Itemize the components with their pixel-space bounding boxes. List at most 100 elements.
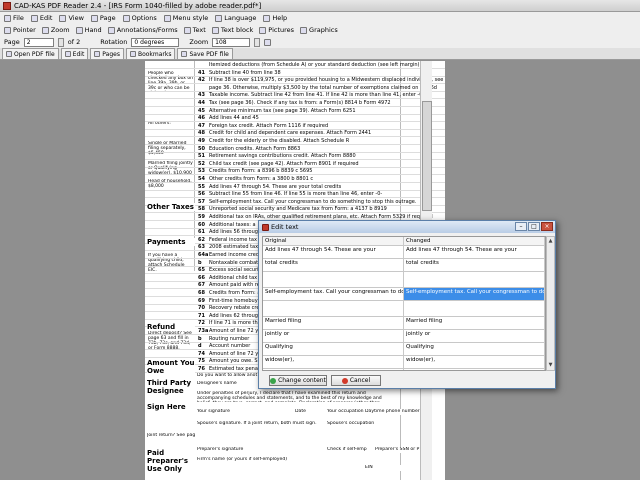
grid-row[interactable]: Add lines 47 through 54. These are your A… xyxy=(263,246,545,259)
tool-hand[interactable]: Hand xyxy=(75,26,102,34)
tab-save-pdf-file[interactable]: Save PDF file xyxy=(177,48,233,59)
tab-icon xyxy=(129,51,136,57)
tab-edit[interactable]: Edit xyxy=(60,48,89,59)
grid-row[interactable] xyxy=(263,272,545,288)
zoom-fit-icon[interactable] xyxy=(264,38,272,46)
tool-annotations-forms[interactable]: Annotations/Forms xyxy=(107,26,178,34)
menu-item-label: Page xyxy=(99,14,116,22)
changed-cell[interactable]: $10,900 xyxy=(404,369,545,370)
form-line: 48 Credit for child and dependent care ex… xyxy=(145,130,445,138)
menu-item-page[interactable]: Page xyxy=(90,14,116,22)
edit-text-dialog: Edit text – □ × Original Changed Add lin… xyxy=(258,220,556,389)
grid-header-row: Original Changed xyxy=(263,237,545,246)
line-number: b xyxy=(198,259,202,266)
line-number: 67 xyxy=(198,282,205,289)
grid-row[interactable]: widow(er), widow(er), xyxy=(263,356,545,369)
form-line: 43 Taxable income. Subtract line 42 from … xyxy=(145,92,445,100)
scroll-down-icon[interactable]: ▼ xyxy=(547,362,554,369)
tab-icon xyxy=(181,51,188,57)
line-number: 64a xyxy=(198,252,209,258)
page-input[interactable]: 2 xyxy=(23,37,54,47)
page-icon xyxy=(90,14,98,22)
tool-text-block[interactable]: Text block xyxy=(211,26,253,34)
menu-style-icon xyxy=(163,14,171,22)
zoom-input[interactable]: 108 xyxy=(212,37,251,47)
tool-pointer[interactable]: Pointer xyxy=(4,26,36,34)
grid-row[interactable]: Qualifying Qualifying xyxy=(263,343,545,356)
menu-item-view[interactable]: View xyxy=(59,14,84,22)
changed-cell[interactable]: total credits xyxy=(404,259,545,271)
zoom-spinner[interactable] xyxy=(254,37,261,47)
maximize-icon[interactable]: □ xyxy=(528,222,540,231)
menu-item-menu-style[interactable]: Menu style xyxy=(163,14,208,22)
menu-item-label: Edit xyxy=(39,14,53,22)
section-heading: Third Party Designee xyxy=(147,379,195,395)
zoom-label: Zoom xyxy=(189,38,209,46)
close-icon[interactable]: × xyxy=(541,222,553,231)
form-line: 42 If line 38 is over $119,975, or you pr… xyxy=(145,77,445,85)
tab-label: Edit xyxy=(72,50,85,58)
grid-row[interactable]: jointly or jointly or xyxy=(263,330,545,343)
annotation-icon xyxy=(107,26,115,34)
cancel-button[interactable]: Cancel xyxy=(331,375,381,386)
menu-item-file[interactable]: File xyxy=(4,14,24,22)
tab-bookmarks[interactable]: Bookmarks xyxy=(125,48,176,59)
line-number: 47 xyxy=(198,122,205,129)
menu-item-options[interactable]: Options xyxy=(122,14,157,22)
scroll-up-icon[interactable]: ▲ xyxy=(547,238,554,245)
tool-pictures[interactable]: Pictures xyxy=(259,26,294,34)
grid-row[interactable]: total credits total credits xyxy=(263,259,545,272)
line-number: 43 xyxy=(198,92,205,99)
grid-row[interactable]: Married filing Married filing xyxy=(263,317,545,330)
form-line: 51 Retirement savings contributions credi… xyxy=(145,153,445,161)
changed-cell[interactable] xyxy=(404,272,545,287)
page-spinner[interactable] xyxy=(57,37,64,47)
title-bar: CAD-KAS PDF Reader 2.4 - [IRS Form 1040-… xyxy=(0,0,640,12)
tab-pages[interactable]: Pages xyxy=(90,48,124,59)
form-line: 49 Credit for the elderly or the disabled… xyxy=(145,138,445,145)
tool-label: Annotations/Forms xyxy=(116,26,178,34)
grid-row[interactable]: Self-employment tax. Call your congressm… xyxy=(263,288,545,301)
grid-row[interactable]: $10,900$10,900 xyxy=(263,369,545,370)
form-text: Preparer's signature xyxy=(197,447,287,453)
edit-text-grid[interactable]: Original Changed Add lines 47 through 54… xyxy=(262,236,546,371)
line-number: 63 xyxy=(198,244,205,251)
tools-toolbar: Pointer Zoom Hand Annotations/Forms Text Text… xyxy=(0,24,640,36)
line-text: Credit for child and dependent care expe… xyxy=(209,130,372,137)
line-text: Routing number xyxy=(209,335,250,342)
tab-open-pdf-file[interactable]: Open PDF file xyxy=(2,48,59,59)
changed-cell[interactable] xyxy=(404,301,545,316)
line-number: d xyxy=(198,343,202,350)
line-number: 56 xyxy=(198,191,205,198)
line-number: b xyxy=(198,335,202,342)
grid-row[interactable] xyxy=(263,301,545,317)
rotation-select[interactable]: 0 degrees xyxy=(131,37,180,47)
changed-cell[interactable]: Self-employment tax. Call your congressm… xyxy=(404,288,545,300)
rotation-label: Rotation xyxy=(100,38,128,46)
changed-cell[interactable]: Married filing xyxy=(404,317,545,329)
scrollbar-thumb[interactable] xyxy=(422,101,432,211)
tool-text[interactable]: Text xyxy=(183,26,206,34)
changed-cell[interactable]: Qualifying xyxy=(404,343,545,355)
tool-graphics[interactable]: Graphics xyxy=(300,26,338,34)
original-cell: Married filing xyxy=(263,317,404,329)
tool-zoom[interactable]: Zoom xyxy=(41,26,70,34)
section-heading: Amount You Owe xyxy=(147,359,195,375)
menu-item-language[interactable]: Language xyxy=(215,14,256,22)
minimize-icon[interactable]: – xyxy=(515,222,527,231)
line-text: If line 38 is over $119,975, or you prov… xyxy=(209,77,444,84)
dialog-scrollbar[interactable]: ▲ ▼ xyxy=(546,236,555,371)
line-number: 74 xyxy=(198,350,205,357)
form-text: Spouse's occupation xyxy=(327,421,387,427)
changed-cell[interactable]: Add lines 47 through 54. These are your xyxy=(404,246,545,258)
line-text: Foreign tax credit. Attach Form 1116 if … xyxy=(209,122,329,129)
line-text: Retirement savings contributions credit.… xyxy=(209,153,356,160)
line-text: Taxable income. Subtract line 42 from li… xyxy=(209,92,425,99)
menu-item-edit[interactable]: Edit xyxy=(30,14,53,22)
change-content-button[interactable]: Change content xyxy=(269,375,327,386)
changed-cell[interactable]: jointly or xyxy=(404,330,545,342)
changed-cell[interactable]: widow(er), xyxy=(404,356,545,368)
form-text: Check if self-employed xyxy=(327,447,367,453)
line-number: 76 xyxy=(198,366,205,372)
menu-item-help[interactable]: Help xyxy=(263,14,287,22)
